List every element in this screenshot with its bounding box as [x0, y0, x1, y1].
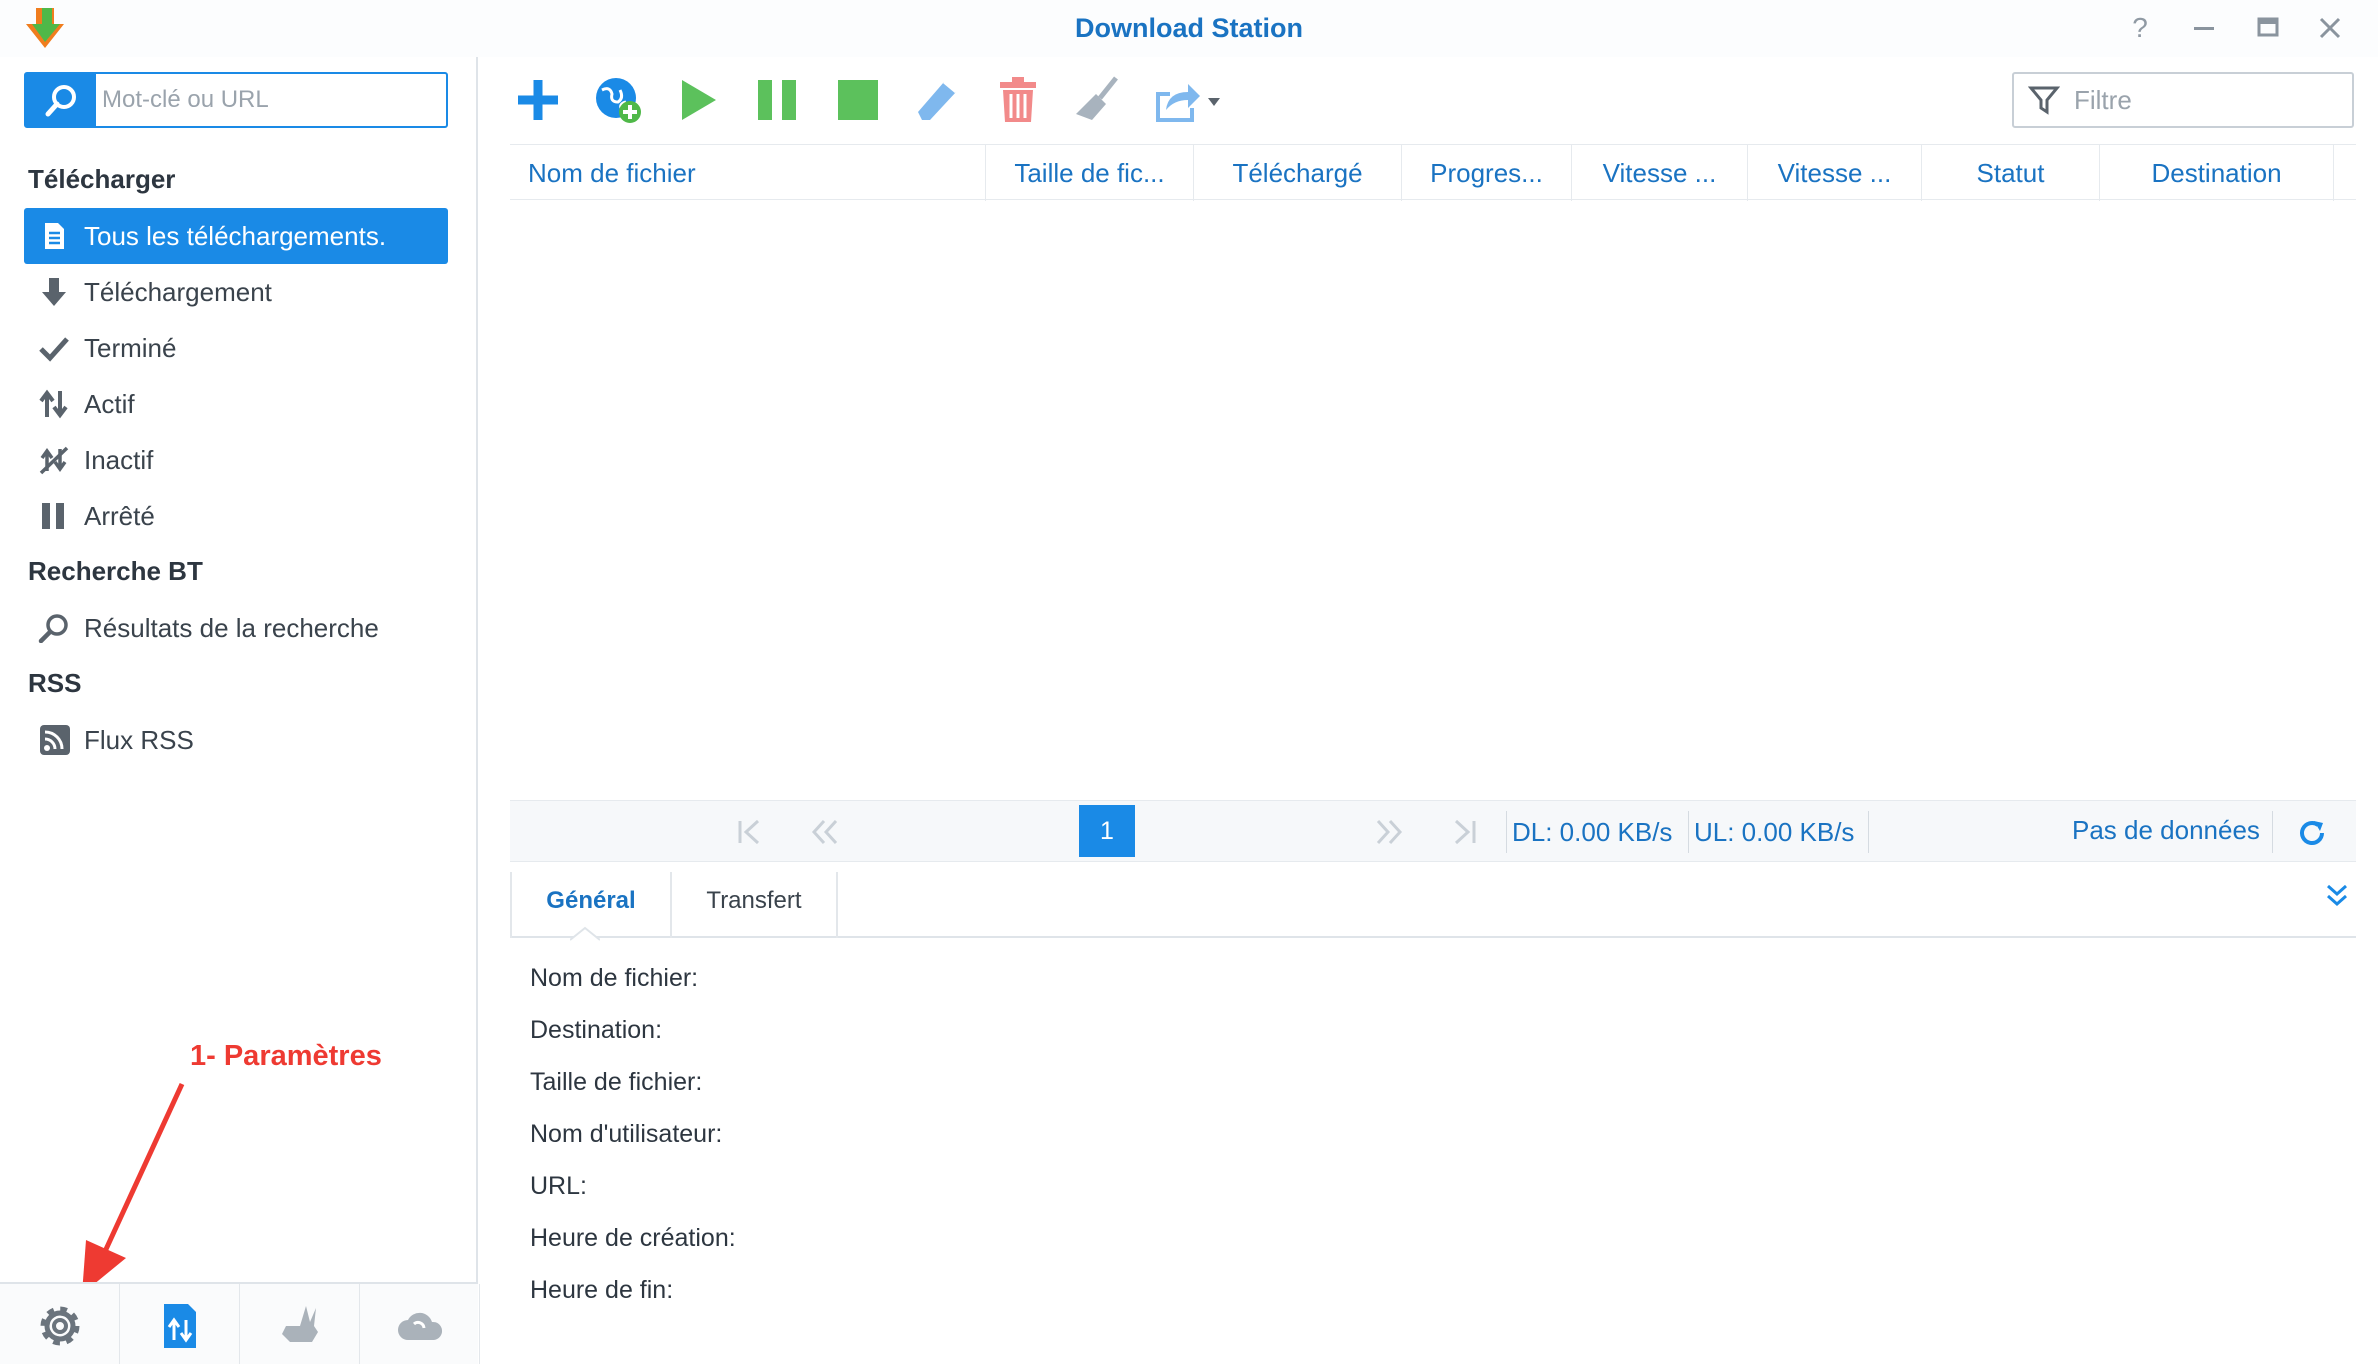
cloud-button[interactable] — [360, 1284, 480, 1364]
tab-transfer[interactable]: Transfert — [672, 872, 838, 938]
emule-donkey-icon — [282, 1306, 318, 1342]
sidebar-item-label: Terminé — [84, 333, 177, 363]
add-url-icon[interactable] — [592, 74, 644, 126]
sidebar-item-label: Inactif — [84, 445, 154, 475]
filter-input[interactable] — [2072, 74, 2342, 126]
upload-speed: UL: 0.00 KB/s — [1694, 817, 1855, 847]
column-header-size[interactable]: Taille de fic... — [986, 145, 1194, 201]
annotation-arrow-icon — [82, 1082, 185, 1294]
section-title-telecharger: Télécharger — [28, 164, 176, 194]
rss-icon — [40, 725, 70, 755]
close-icon — [2319, 17, 2341, 39]
annotation-label: 1- Paramètres — [190, 1040, 382, 1072]
collapse-chevron-icon[interactable] — [2322, 882, 2352, 912]
search-box — [24, 72, 448, 128]
close-button[interactable] — [2310, 10, 2350, 46]
pager-separator — [1688, 811, 1689, 853]
transfer-icon — [164, 1304, 196, 1348]
sidebar-item-stopped[interactable]: Arrêté — [24, 488, 448, 544]
minimize-icon — [2194, 27, 2214, 30]
detail-created-label: Heure de création: — [530, 1224, 736, 1252]
column-header-upload-speed[interactable]: Vitesse ... — [1748, 145, 1922, 201]
column-header-status[interactable]: Statut — [1922, 145, 2100, 201]
sidebar-item-label: Flux RSS — [84, 725, 194, 755]
pager-separator — [1868, 811, 1869, 853]
checkmark-icon — [39, 337, 69, 362]
pager-separator — [1506, 811, 1507, 853]
column-header-progress[interactable]: Progres... — [1402, 145, 1572, 201]
detail-destination-label: Destination: — [530, 1016, 663, 1044]
pager-bar: 1 DL: 0.00 KB/s UL: 0.00 KB/s Pas de don… — [510, 800, 2356, 862]
cloud-icon — [398, 1312, 443, 1340]
last-page-icon[interactable] — [1446, 815, 1482, 849]
search-icon — [38, 614, 68, 643]
up-down-arrows-icon — [39, 389, 68, 419]
help-button[interactable]: ? — [2120, 10, 2160, 46]
window-title: Download Station — [1075, 13, 1303, 43]
pager-separator — [2272, 811, 2273, 853]
sidebar-item-rss-feeds[interactable]: Flux RSS — [24, 712, 448, 768]
section-title-rss: RSS — [28, 668, 82, 698]
first-page-icon[interactable] — [732, 815, 768, 849]
edit-icon[interactable] — [912, 74, 964, 126]
sidebar-item-all-downloads[interactable]: Tous les téléchargements. — [24, 208, 448, 264]
stop-icon[interactable] — [832, 74, 884, 126]
column-header-downloaded[interactable]: Téléchargé — [1194, 145, 1402, 201]
sidebar-item-label: Résultats de la recherche — [84, 613, 379, 643]
pause-icon — [42, 503, 64, 529]
search-icon — [45, 85, 76, 117]
column-header-download-speed[interactable]: Vitesse ... — [1572, 145, 1748, 201]
filter-box — [2012, 72, 2354, 128]
maximize-icon — [2257, 17, 2279, 37]
column-header-filename[interactable]: Nom de fichier — [510, 145, 986, 201]
download-arrow-icon — [42, 278, 66, 306]
pause-icon[interactable] — [752, 74, 804, 126]
sidebar-item-downloading[interactable]: Téléchargement — [24, 264, 448, 320]
sidebar-item-inactive[interactable]: Inactif — [24, 432, 448, 488]
detail-tabs: Général Transfert — [510, 872, 2356, 938]
help-icon: ? — [2132, 12, 2148, 43]
sidebar-item-label: Téléchargement — [84, 277, 272, 307]
next-page-icon[interactable] — [1372, 815, 1408, 849]
maximize-button[interactable] — [2248, 10, 2288, 46]
detail-url-label: URL: — [530, 1172, 587, 1200]
detail-filesize-label: Taille de fichier: — [530, 1068, 703, 1096]
document-icon — [45, 223, 64, 249]
grid-header: Nom de fichier Taille de fic... Téléchar… — [510, 144, 2356, 201]
refresh-icon[interactable] — [2296, 817, 2328, 849]
sidebar-bottom-bar — [0, 1282, 480, 1364]
title-bar: Download Station ? — [0, 0, 2378, 57]
settings-gear-icon — [40, 1306, 80, 1346]
add-icon[interactable] — [512, 74, 564, 126]
transfer-button[interactable] — [120, 1284, 240, 1364]
emule-button[interactable] — [240, 1284, 360, 1364]
section-title-recherche-bt: Recherche BT — [28, 556, 203, 586]
sidebar-item-active[interactable]: Actif — [24, 376, 448, 432]
active-tab-pointer — [570, 926, 600, 941]
sidebar-item-search-results[interactable]: Résultats de la recherche — [24, 600, 448, 656]
minimize-button[interactable] — [2184, 10, 2224, 46]
sidebar-item-label: Arrêté — [84, 501, 155, 531]
no-data-label: Pas de données — [2072, 815, 2260, 845]
detail-finished-label: Heure de fin: — [530, 1276, 674, 1304]
share-dropdown-icon[interactable] — [1152, 74, 1224, 126]
inactive-icon — [39, 446, 69, 475]
current-page[interactable]: 1 — [1079, 805, 1135, 857]
download-speed: DL: 0.00 KB/s — [1512, 817, 1673, 847]
detail-username-label: Nom d'utilisateur: — [530, 1120, 723, 1148]
detail-filename-label: Nom de fichier: — [530, 964, 699, 992]
sidebar-item-label: Actif — [84, 389, 135, 419]
sidebar-item-label: Tous les téléchargements. — [84, 221, 387, 251]
delete-icon[interactable] — [992, 74, 1044, 126]
filter-icon — [2028, 86, 2060, 115]
search-button[interactable] — [26, 74, 96, 126]
column-header-destination[interactable]: Destination — [2100, 145, 2334, 201]
play-icon[interactable] — [672, 74, 724, 126]
search-input[interactable] — [100, 74, 440, 126]
clean-icon[interactable] — [1072, 74, 1124, 126]
download-list[interactable] — [510, 200, 2356, 800]
sidebar-item-finished[interactable]: Terminé — [24, 320, 448, 376]
previous-page-icon[interactable] — [806, 815, 842, 849]
settings-button[interactable] — [0, 1284, 120, 1364]
